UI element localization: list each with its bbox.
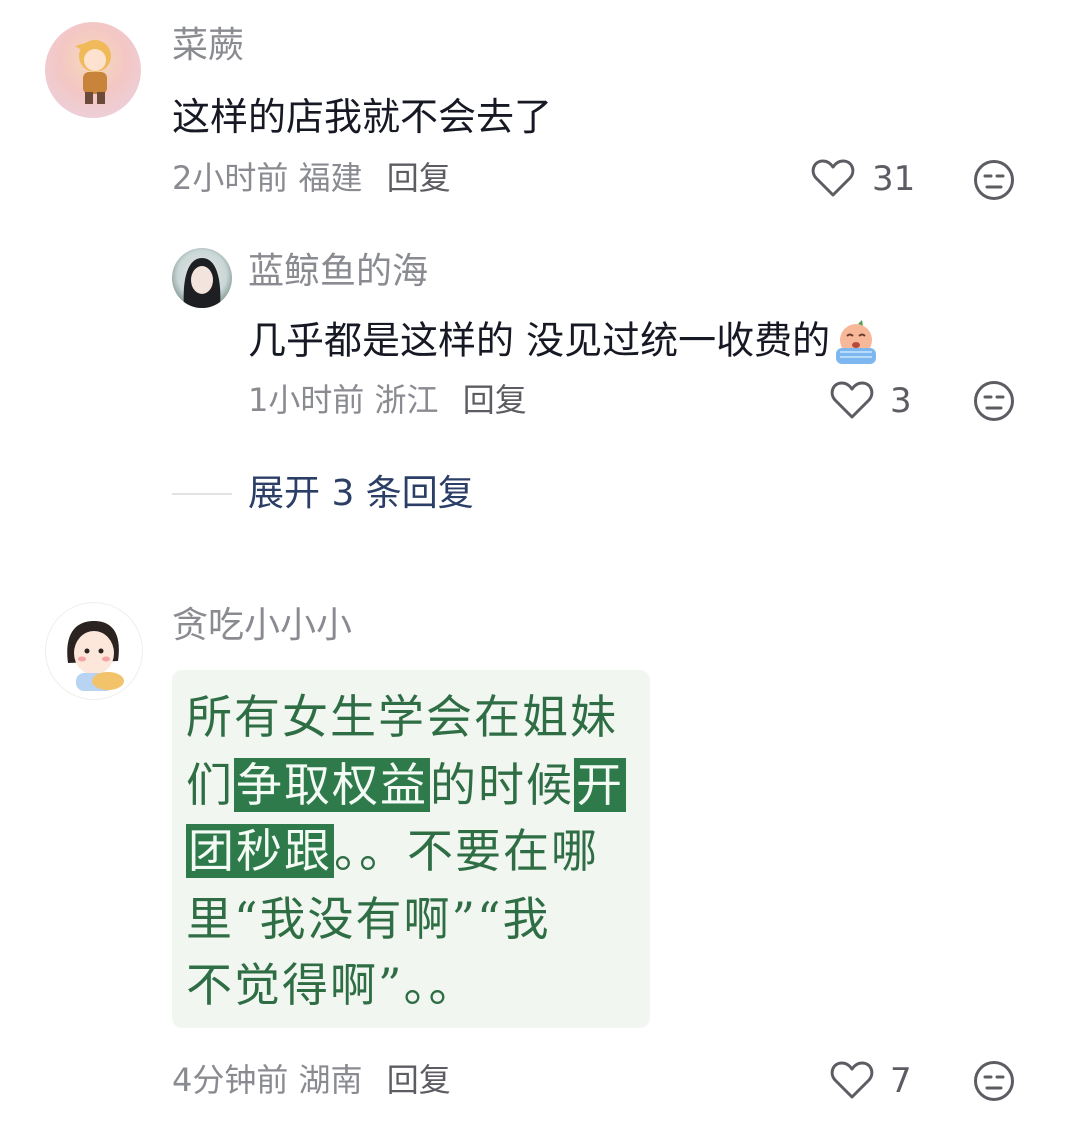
image-text-highlight: 争取权益	[234, 758, 430, 812]
heart-icon[interactable]	[830, 380, 874, 420]
dislike-face-icon[interactable]	[973, 159, 1015, 201]
image-text-segment: 。。不要在哪	[334, 824, 599, 878]
reply-button[interactable]: 回复	[387, 159, 451, 197]
like-count: 3	[890, 381, 912, 421]
comment-location: 浙江	[374, 381, 439, 419]
comment-time: 1小时前	[248, 381, 365, 419]
crying-emoji-icon	[832, 320, 880, 366]
dislike-face-icon[interactable]	[973, 1060, 1015, 1102]
comment-username[interactable]: 蓝鲸鱼的海	[248, 254, 428, 290]
comment-username[interactable]: 贪吃小小小	[172, 608, 352, 644]
reply-button[interactable]: 回复	[463, 381, 527, 419]
avatar[interactable]	[172, 248, 232, 308]
comment-meta: 4分钟前 湖南 回复	[172, 1064, 451, 1096]
comment-text: 这样的店我就不会去了	[172, 95, 553, 139]
like-count: 31	[872, 159, 916, 199]
comment-username[interactable]: 菜蕨	[172, 28, 244, 64]
image-text-line: 所有女生学会在姐妹	[186, 690, 618, 744]
image-text-line: 团秒跟。。不要在哪	[186, 824, 599, 878]
avatar[interactable]	[45, 602, 143, 700]
expand-divider	[172, 493, 232, 495]
image-text-line: 里“我没有啊”“我	[186, 892, 551, 946]
comment-time: 4分钟前	[172, 1061, 289, 1099]
comment-time: 2小时前	[172, 159, 289, 197]
comment-location: 湖南	[298, 1061, 363, 1099]
dislike-face-icon[interactable]	[973, 380, 1015, 422]
comment-meta: 1小时前 浙江 回复	[248, 384, 527, 416]
like-count: 7	[890, 1061, 912, 1101]
image-text-line: 们争取权益的时候开	[186, 758, 626, 812]
comment-image[interactable]: 所有女生学会在姐妹 们争取权益的时候开 团秒跟。。不要在哪 里“我没有啊”“我 …	[172, 670, 650, 1028]
image-text-line: 不觉得啊”。。	[186, 958, 477, 1012]
image-text-highlight: 团秒跟	[186, 824, 334, 878]
avatar[interactable]	[45, 22, 141, 118]
reply-button[interactable]: 回复	[387, 1061, 451, 1099]
comment-meta: 2小时前 福建 回复	[172, 162, 451, 194]
comment-text: 几乎都是这样的 没见过统一收费的	[248, 320, 880, 366]
image-text-segment: 们	[186, 758, 234, 812]
comment-text-body: 几乎都是这样的 没见过统一收费的	[248, 318, 831, 363]
image-text-highlight: 开	[574, 758, 626, 812]
heart-icon[interactable]	[811, 158, 855, 198]
comment-location: 福建	[298, 159, 363, 197]
heart-icon[interactable]	[830, 1060, 874, 1100]
expand-replies-button[interactable]: 展开 3 条回复	[248, 476, 474, 512]
image-text-segment: 的时候	[430, 758, 574, 812]
